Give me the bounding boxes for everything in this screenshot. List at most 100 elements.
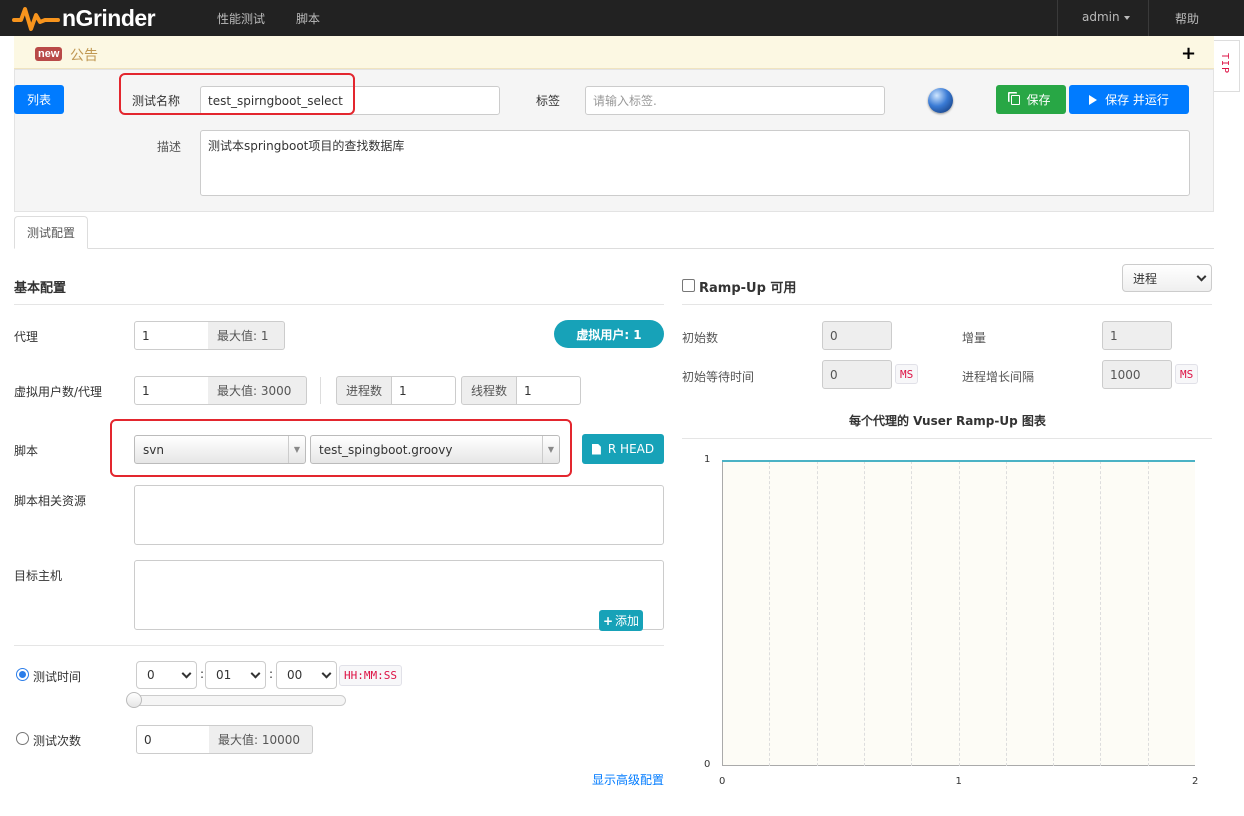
nav-divider — [1148, 0, 1149, 36]
save-button[interactable]: 保存 — [996, 85, 1066, 114]
agent-max-addon: 最大值: 1 — [208, 321, 285, 350]
rampup-enable-label: Ramp-Up 可用 — [699, 281, 797, 296]
process-count-input[interactable]: 1 — [391, 376, 456, 405]
vuser-max-addon: 最大值: 3000 — [208, 376, 307, 405]
chart-gridline — [1147, 461, 1149, 766]
increment-input[interactable]: 1 — [1102, 321, 1172, 350]
r-head-label: R HEAD — [607, 442, 655, 456]
brand-logo[interactable]: nGrinder — [12, 3, 156, 33]
divider — [682, 438, 1212, 439]
r-head-button[interactable]: R HEAD — [582, 434, 664, 464]
duration-hours-value: 0 — [147, 668, 155, 682]
duration-seconds-value: 00 — [287, 668, 303, 682]
chart-y-tick-label: 0 — [704, 759, 711, 770]
agent-count-input[interactable]: 1 — [134, 321, 209, 350]
script-resources-label: 脚本相关资源 — [14, 494, 87, 508]
divider — [14, 304, 664, 305]
add-host-label: 添加 — [615, 614, 640, 628]
tab-bar-line — [14, 248, 1214, 249]
description-label: 描述 — [157, 140, 182, 154]
user-menu[interactable]: admin — [1082, 10, 1130, 24]
tip-tab[interactable]: TIP — [1214, 40, 1240, 92]
save-run-button[interactable]: 保存 并运行 — [1069, 85, 1189, 114]
nav-script[interactable]: 脚本 — [296, 10, 320, 27]
initial-sleep-label: 初始等待时间 — [682, 370, 755, 384]
run-count-input[interactable]: 0 — [136, 725, 210, 754]
rampup-type-select[interactable]: 进程 — [1122, 264, 1212, 292]
chevron-down-icon — [321, 668, 332, 679]
duration-slider-track[interactable] — [134, 695, 346, 706]
duration-seconds-select[interactable]: 00 — [276, 661, 337, 689]
new-badge: new — [35, 47, 63, 61]
chart-x-tick-label: 1 — [955, 776, 962, 787]
list-button[interactable]: 列表 — [14, 85, 64, 114]
tab-test-config[interactable]: 测试配置 — [14, 216, 88, 249]
time-separator: : — [269, 667, 274, 681]
ms-unit-badge: MS — [895, 364, 919, 384]
highlight-box — [110, 419, 572, 477]
chart-x-tick-label: 2 — [1192, 776, 1199, 787]
add-host-button[interactable]: + 添加 — [599, 610, 643, 631]
chart-y-tick-label: 1 — [704, 454, 711, 465]
description-textarea[interactable]: 测试本springboot项目的查找数据库 — [200, 130, 1190, 196]
divider — [682, 304, 1212, 305]
nav-divider — [1057, 0, 1058, 36]
duration-hours-select[interactable]: 0 — [136, 661, 197, 689]
duration-format-hint: HH:MM:SS — [339, 665, 402, 686]
duration-slider-handle[interactable] — [126, 692, 142, 708]
thread-count-input[interactable]: 1 — [516, 376, 581, 405]
target-host-label: 目标主机 — [14, 569, 63, 583]
script-label: 脚本 — [14, 444, 39, 458]
chart-gridline — [769, 461, 771, 766]
advanced-config-link[interactable]: 显示高级配置 — [592, 771, 664, 788]
help-link[interactable]: 帮助 — [1175, 10, 1199, 27]
chart-gridline — [1005, 461, 1007, 766]
ms-unit-badge: MS — [1175, 364, 1199, 384]
chart-gridline — [1053, 461, 1055, 766]
vuser-per-agent-label: 虚拟用户数/代理 — [14, 385, 103, 399]
tip-label: TIP — [1219, 53, 1230, 75]
notice-bar: new 公告 + — [14, 36, 1214, 69]
duration-minutes-value: 01 — [216, 668, 232, 682]
chart-gridline — [816, 461, 818, 766]
chart-gridline — [863, 461, 865, 766]
increment-label: 增量 — [962, 331, 987, 345]
rampup-checkbox[interactable] — [682, 279, 695, 292]
chart-title: 每个代理的 Vuser Ramp-Up 图表 — [849, 414, 1046, 428]
initial-count-input[interactable]: 0 — [822, 321, 892, 350]
target-host-box[interactable] — [134, 560, 664, 630]
interval-input[interactable]: 1000 — [1102, 360, 1172, 389]
duration-radio[interactable] — [16, 668, 29, 681]
vuser-per-agent-input[interactable]: 1 — [134, 376, 209, 405]
thread-count-addon: 线程数 — [461, 376, 517, 405]
initial-sleep-input[interactable]: 0 — [822, 360, 892, 389]
divider — [320, 377, 321, 404]
user-name: admin — [1082, 10, 1120, 24]
chevron-down-icon — [1196, 271, 1207, 282]
chart-gridline — [911, 461, 913, 766]
initial-count-label: 初始数 — [682, 331, 719, 345]
basic-config-title: 基本配置 — [14, 281, 67, 296]
tag-label: 标签 — [536, 94, 561, 108]
notice-title[interactable]: 公告 — [70, 45, 98, 65]
run-count-max-addon: 最大值: 10000 — [209, 725, 313, 754]
agent-label: 代理 — [14, 330, 39, 344]
pulse-logo-icon — [12, 7, 60, 31]
chart-gridline — [958, 461, 960, 766]
run-count-radio[interactable] — [16, 732, 29, 745]
expand-icon[interactable]: + — [1181, 45, 1196, 63]
divider — [14, 645, 664, 646]
chart-gridline — [1100, 461, 1102, 766]
time-separator: : — [200, 667, 205, 681]
chevron-down-icon — [250, 668, 261, 679]
play-icon — [1089, 94, 1098, 105]
save-label: 保存 — [1026, 93, 1051, 107]
duration-minutes-select[interactable]: 01 — [205, 661, 266, 689]
top-navbar: nGrinder 性能测试 脚本 admin 帮助 — [0, 0, 1244, 36]
run-count-label: 测试次数 — [33, 734, 82, 748]
process-count-addon: 进程数 — [336, 376, 392, 405]
tag-input[interactable]: 请输入标签. — [585, 86, 885, 115]
nav-performance-test[interactable]: 性能测试 — [217, 10, 265, 27]
chevron-down-icon — [1123, 15, 1130, 20]
script-resources-box[interactable] — [134, 485, 664, 545]
